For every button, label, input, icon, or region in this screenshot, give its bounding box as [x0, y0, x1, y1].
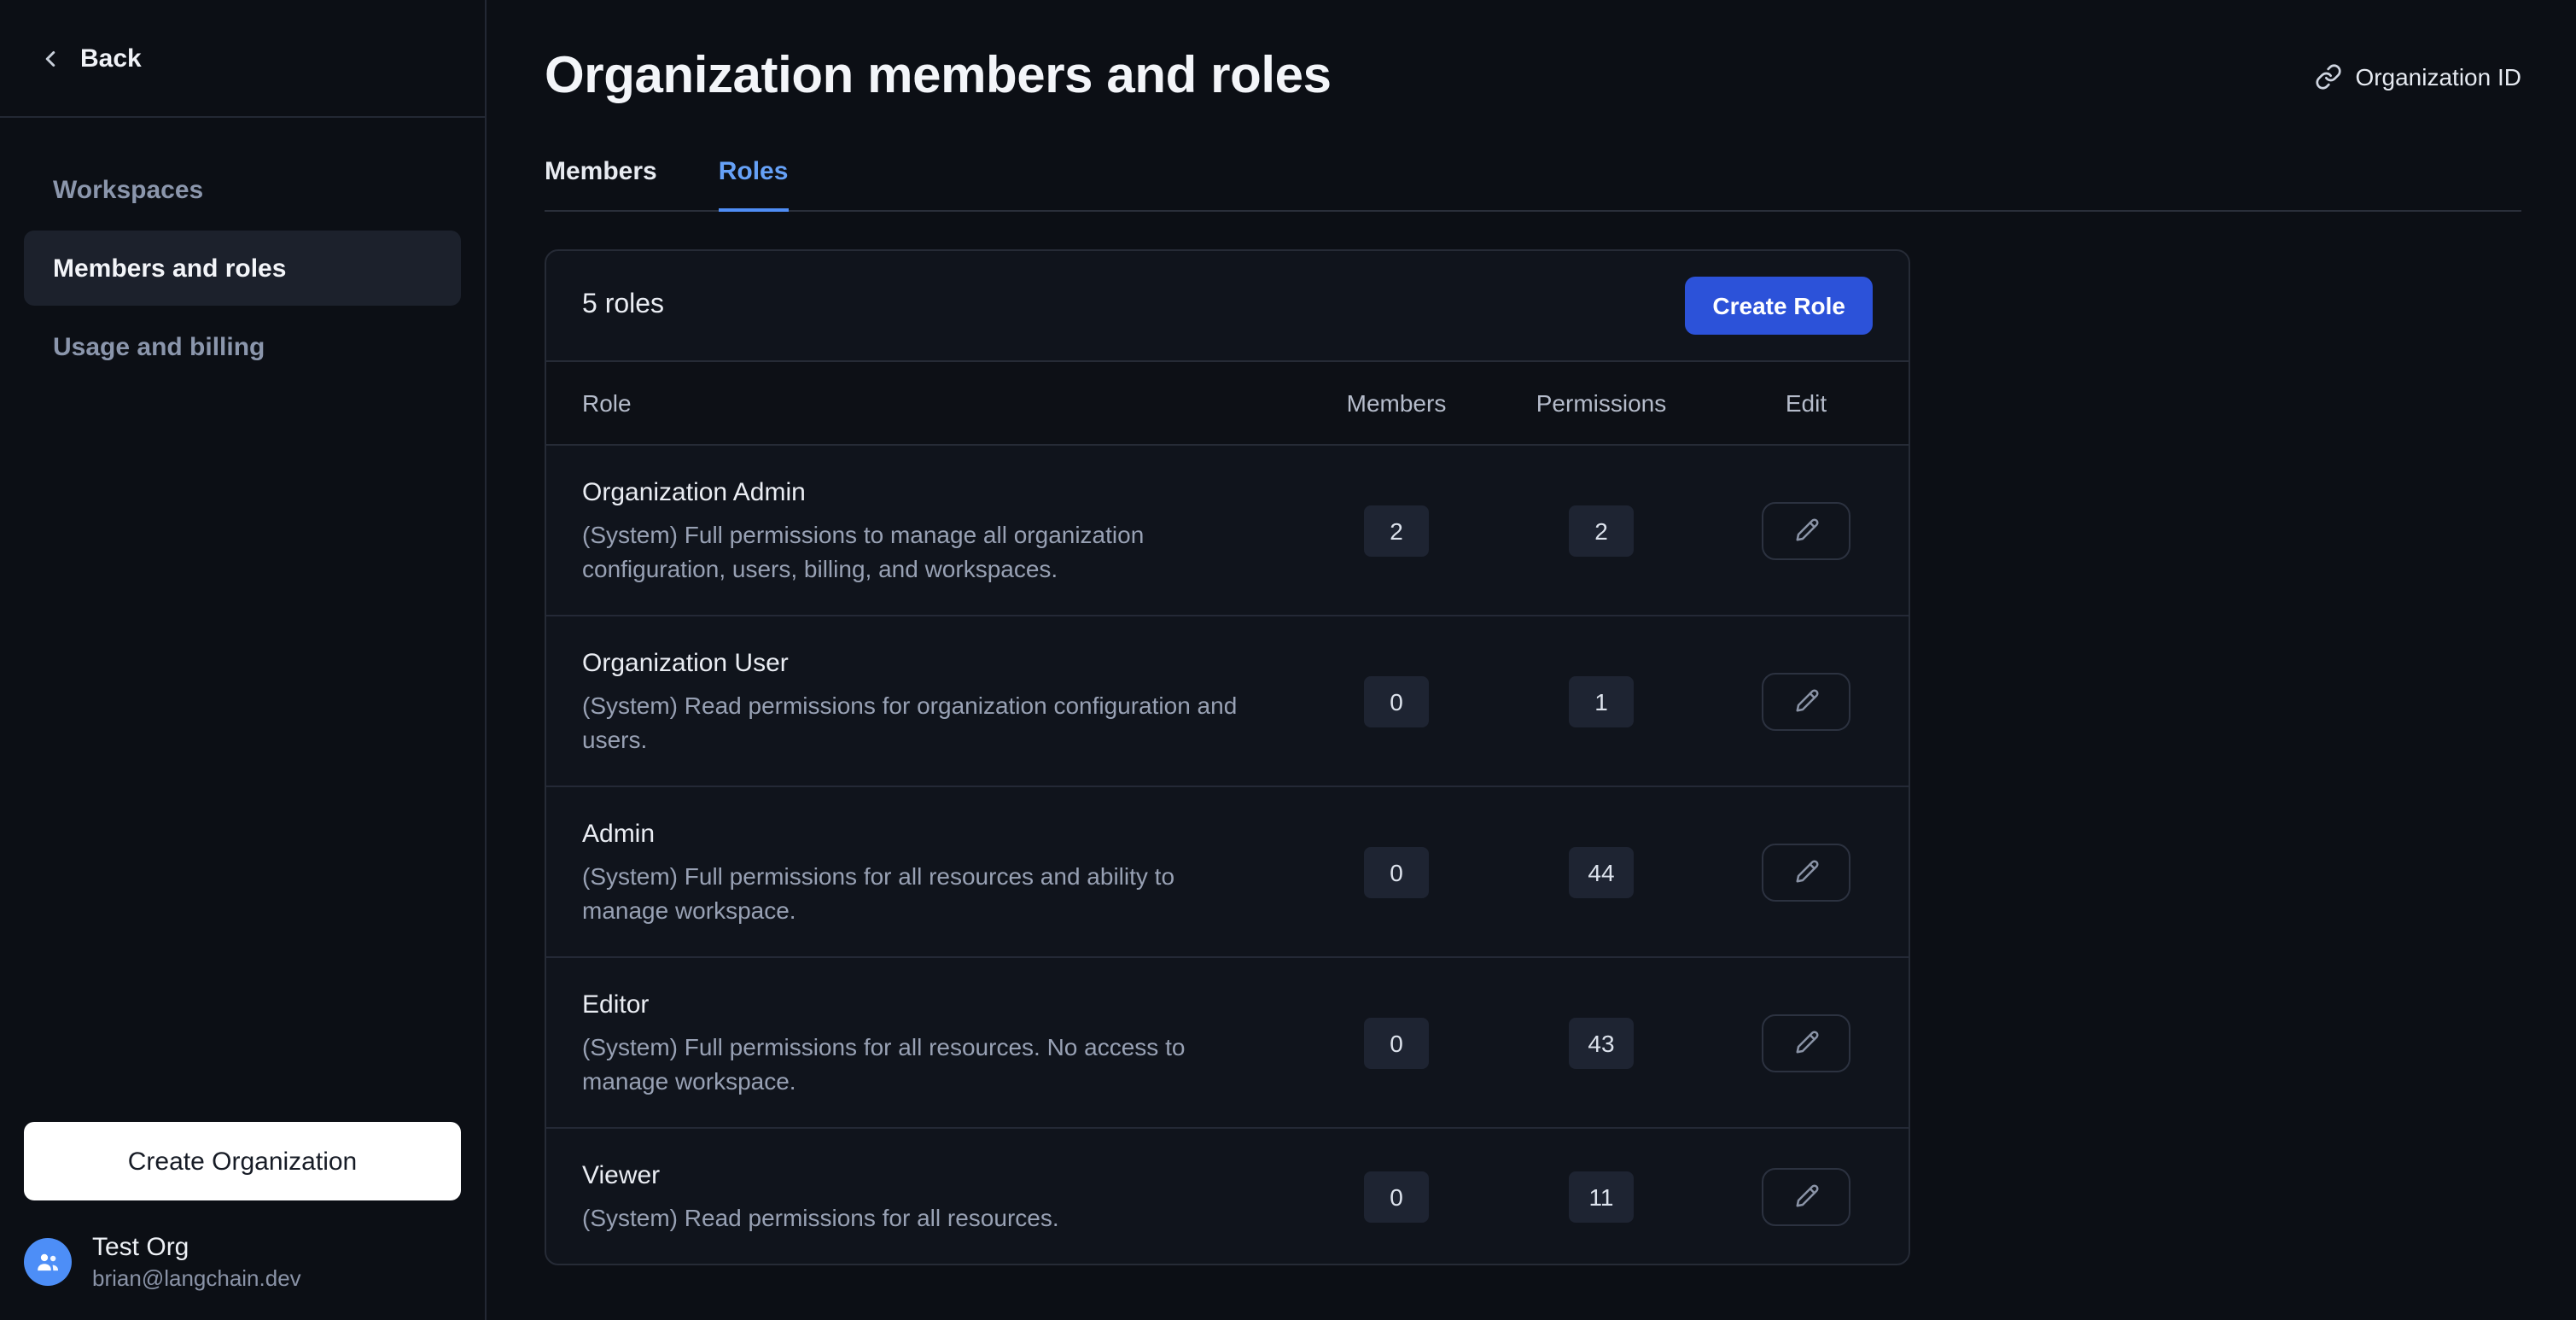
- role-name: Organization Admin: [582, 475, 1253, 511]
- tab-roles[interactable]: Roles: [719, 157, 789, 212]
- edit-role-button[interactable]: [1762, 1013, 1850, 1072]
- main-content: Organization members and roles Organizat…: [487, 0, 2576, 1320]
- permissions-count-badge: 43: [1569, 1017, 1634, 1068]
- table-row: Admin (System) Full permissions for all …: [546, 786, 1909, 956]
- create-role-button[interactable]: Create Role: [1685, 277, 1873, 335]
- role-description: (System) Read permissions for organizati…: [582, 688, 1253, 756]
- permissions-count-badge: 1: [1569, 675, 1634, 727]
- column-header-edit: Edit: [1786, 389, 1827, 417]
- sidebar-spacer: [0, 384, 485, 1122]
- account-name: Test Org: [92, 1231, 301, 1264]
- sidebar-item-label: Workspaces: [53, 175, 203, 204]
- role-cell: Viewer (System) Read permissions for all…: [546, 1158, 1294, 1235]
- edit-role-button[interactable]: [1762, 672, 1850, 730]
- pencil-icon: [1793, 517, 1819, 543]
- back-label: Back: [80, 44, 142, 73]
- column-header-permissions: Permissions: [1536, 389, 1667, 417]
- pencil-icon: [1793, 859, 1819, 885]
- main-header: Organization members and roles Organizat…: [545, 48, 2521, 106]
- role-cell: Editor (System) Full permissions for all…: [546, 987, 1294, 1098]
- create-organization-button[interactable]: Create Organization: [24, 1122, 461, 1200]
- table-row: Editor (System) Full permissions for all…: [546, 956, 1909, 1127]
- sidebar-nav: Workspaces Members and roles Usage and b…: [0, 118, 485, 384]
- members-count-badge: 0: [1364, 1017, 1429, 1068]
- table-row: Organization User (System) Read permissi…: [546, 615, 1909, 786]
- edit-role-button[interactable]: [1762, 501, 1850, 559]
- link-icon: [2314, 63, 2341, 91]
- sidebar-item-label: Members and roles: [53, 254, 286, 283]
- role-name: Admin: [582, 816, 1253, 852]
- roles-card-header: 5 roles Create Role: [546, 251, 1909, 360]
- table-row: Organization Admin (System) Full permiss…: [546, 446, 1909, 615]
- sidebar-item-label: Usage and billing: [53, 332, 265, 361]
- members-count-badge: 0: [1364, 675, 1429, 727]
- tab-members[interactable]: Members: [545, 157, 657, 212]
- role-cell: Organization User (System) Read permissi…: [546, 645, 1294, 756]
- sidebar-item-usage-and-billing[interactable]: Usage and billing: [24, 309, 461, 384]
- role-description: (System) Full permissions for all resour…: [582, 1030, 1253, 1098]
- sidebar-item-workspaces[interactable]: Workspaces: [24, 152, 461, 227]
- roles-table-header: Role Members Permissions Edit: [546, 360, 1909, 446]
- permissions-count-badge: 44: [1569, 846, 1634, 897]
- account-email: brian@langchain.dev: [92, 1264, 301, 1293]
- members-count-badge: 0: [1364, 846, 1429, 897]
- role-name: Organization User: [582, 645, 1253, 681]
- edit-role-button[interactable]: [1762, 1167, 1850, 1225]
- people-icon: [34, 1248, 61, 1276]
- sidebar: Back Workspaces Members and roles Usage …: [0, 0, 487, 1320]
- role-description: (System) Full permissions for all resour…: [582, 859, 1253, 927]
- members-count-badge: 2: [1364, 505, 1429, 556]
- role-description: (System) Read permissions for all resour…: [582, 1200, 1253, 1235]
- chevron-left-icon: [38, 45, 63, 71]
- edit-role-button[interactable]: [1762, 843, 1850, 901]
- page-title: Organization members and roles: [545, 48, 1332, 106]
- avatar: [24, 1238, 72, 1286]
- organization-id-label: Organization ID: [2355, 63, 2521, 91]
- account-menu[interactable]: Test Org brian@langchain.dev: [0, 1231, 485, 1320]
- roles-card: 5 roles Create Role Role Members Permiss…: [545, 249, 1910, 1265]
- sidebar-item-members-and-roles[interactable]: Members and roles: [24, 231, 461, 306]
- pencil-icon: [1793, 1183, 1819, 1209]
- role-description: (System) Full permissions to manage all …: [582, 517, 1253, 586]
- role-cell: Admin (System) Full permissions for all …: [546, 816, 1294, 927]
- column-header-members: Members: [1347, 389, 1447, 417]
- members-count-badge: 0: [1364, 1171, 1429, 1222]
- pencil-icon: [1793, 1030, 1819, 1055]
- pencil-icon: [1793, 688, 1819, 714]
- organization-id-link[interactable]: Organization ID: [2314, 63, 2521, 91]
- role-cell: Organization Admin (System) Full permiss…: [546, 475, 1294, 586]
- back-button[interactable]: Back: [0, 0, 485, 118]
- role-name: Editor: [582, 987, 1253, 1023]
- permissions-count-badge: 2: [1569, 505, 1634, 556]
- role-name: Viewer: [582, 1158, 1253, 1194]
- tab-bar: Members Roles: [545, 157, 2521, 212]
- roles-count: 5 roles: [582, 290, 664, 321]
- table-row: Viewer (System) Read permissions for all…: [546, 1127, 1909, 1264]
- roles-table-body: Organization Admin (System) Full permiss…: [546, 446, 1909, 1264]
- column-header-role: Role: [546, 389, 1294, 417]
- permissions-count-badge: 11: [1569, 1171, 1634, 1222]
